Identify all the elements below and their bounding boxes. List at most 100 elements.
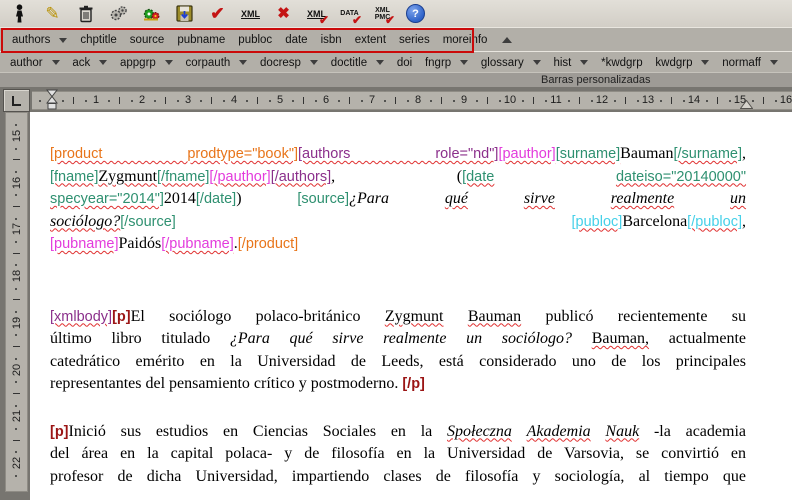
tab-selector-button[interactable] xyxy=(3,89,30,112)
xml-icon[interactable]: XML xyxy=(239,2,262,25)
indent-marker[interactable] xyxy=(46,89,58,115)
xml-tag: [/fname] xyxy=(157,169,209,185)
ruler-number: 16 xyxy=(11,177,23,189)
dropdown-arrow-icon[interactable] xyxy=(533,60,541,65)
tagbar-item-series[interactable]: series xyxy=(399,34,430,46)
tagbar-item-moreinfo[interactable]: moreinfo xyxy=(443,34,488,46)
xml-tag: [pauthor] xyxy=(498,146,555,162)
document-line[interactable]: del área en la capital polaca- y de filo… xyxy=(50,443,746,466)
tagbar-item-doctitle[interactable]: doctitle xyxy=(331,57,384,69)
tagbar-item-hist[interactable]: hist xyxy=(553,57,588,69)
tagbar-item-doi[interactable]: doi xyxy=(397,57,412,69)
ruler-number: 3 xyxy=(185,94,191,106)
left-tab-icon xyxy=(12,96,21,106)
tagbar-item-label: kwdgrp xyxy=(655,57,692,69)
validate-check-icon[interactable]: ✔ xyxy=(206,2,229,25)
ruler-tick xyxy=(545,100,547,102)
dropdown-arrow-icon[interactable] xyxy=(310,60,318,65)
dropdown-arrow-icon[interactable] xyxy=(770,60,778,65)
tagbar-item-appgrp[interactable]: appgrp xyxy=(120,57,173,69)
xml-pmc-validate-icon[interactable]: XML PMC ✔ xyxy=(371,2,394,25)
tagbar-item-label: corpauth xyxy=(186,57,231,69)
ruler-tick xyxy=(625,97,626,104)
document-line[interactable]: sociólogo?[/source] [publoc]Barcelona[/p… xyxy=(50,211,746,234)
macros-colored-gears-icon[interactable] xyxy=(140,2,163,25)
tagbar-item-normaff[interactable]: normaff xyxy=(722,57,778,69)
document-page[interactable]: [product prodtype="book"][authors role="… xyxy=(30,112,792,500)
text-segment: último libro titulado xyxy=(50,330,230,347)
ruler-tick xyxy=(13,206,20,207)
save-icon[interactable] xyxy=(173,2,196,25)
tagbar-item-publoc[interactable]: publoc xyxy=(238,34,272,46)
delete-x-icon[interactable]: ✖ xyxy=(272,2,295,25)
tagbar-item-label: fngrp xyxy=(425,57,451,69)
document-line[interactable]: profesor de dicha Universidad, impartien… xyxy=(50,466,746,489)
tagbar-item-corpauth[interactable]: corpauth xyxy=(186,57,248,69)
ruler-number: 5 xyxy=(277,94,283,106)
text-segment: sirve xyxy=(524,190,555,207)
dropdown-arrow-icon[interactable] xyxy=(239,60,247,65)
data-validate-icon[interactable]: DATA ✔ xyxy=(338,2,361,25)
tagbar-item-pubname[interactable]: pubname xyxy=(177,34,225,46)
dropdown-arrow-icon[interactable] xyxy=(460,60,468,65)
ruler-number: 17 xyxy=(11,223,23,235)
xml-paragraph-block[interactable]: [p]Inició sus estudios en Ciencias Socia… xyxy=(50,421,746,489)
edit-pencil-icon[interactable]: ✎ xyxy=(41,2,64,25)
dropdown-arrow-icon[interactable] xyxy=(376,60,384,65)
document-line[interactable]: specyear="2014"]2014[/date]) [source]¿Pa… xyxy=(50,188,746,211)
vertical-ruler[interactable]: 1516171819202122 xyxy=(5,112,28,492)
ruler-tick xyxy=(13,393,20,394)
tagbar-item-kwdgrp[interactable]: *kwdgrp xyxy=(601,57,643,69)
tagbar-item-isbn[interactable]: isbn xyxy=(321,34,342,46)
ruler-tick xyxy=(579,97,580,104)
ruler-tick xyxy=(729,100,731,102)
settings-gears-icon[interactable] xyxy=(107,2,130,25)
collapse-arrow-icon[interactable] xyxy=(502,37,512,43)
tagbar-item-date[interactable]: date xyxy=(285,34,307,46)
xml-paragraph-block[interactable]: [product prodtype="book"][authors role="… xyxy=(50,143,746,256)
dropdown-arrow-icon[interactable] xyxy=(165,60,173,65)
text-segment xyxy=(468,190,524,207)
tagbar-item-fngrp[interactable]: fngrp xyxy=(425,57,468,69)
tagbar-item-author[interactable]: author xyxy=(10,57,60,69)
text-segment: Nauk xyxy=(605,423,639,440)
dropdown-arrow-icon[interactable] xyxy=(99,60,107,65)
tagbar-item-ack[interactable]: ack xyxy=(72,57,107,69)
xml-tag: [/source] xyxy=(120,214,176,230)
custom-tagbar: authors chptitle source pubname publoc date is… xyxy=(0,27,792,53)
dropdown-arrow-icon[interactable] xyxy=(52,60,60,65)
document-line[interactable]: [fname]Zygmunt[/fname][/pauthor][/author… xyxy=(50,166,746,189)
author-person-icon[interactable] xyxy=(8,2,31,25)
document-line[interactable]: [xmlbody][p]El sociólogo polaco-británic… xyxy=(50,306,746,329)
ruler-tick xyxy=(361,100,363,102)
tagbar-item-source[interactable]: source xyxy=(130,34,165,46)
xml-tag: [/p] xyxy=(402,376,425,392)
dropdown-arrow-icon[interactable] xyxy=(701,60,709,65)
ruler-tick xyxy=(200,100,202,102)
text-segment: -la academia xyxy=(639,423,746,440)
document-line[interactable]: [pubname]Paidós[/pubname].[/product] xyxy=(50,233,746,256)
document-content[interactable]: [product prodtype="book"][authors role="… xyxy=(50,143,746,488)
ruler-tick xyxy=(13,299,20,300)
tagbar-item-docresp[interactable]: docresp xyxy=(260,57,318,69)
tagbar-item-authors[interactable]: authors xyxy=(12,34,67,46)
tagbar-item-glossary[interactable]: glossary xyxy=(481,57,541,69)
document-line[interactable]: último libro titulado ¿Para qué sirve re… xyxy=(50,328,746,351)
document-line[interactable]: [p]Inició sus estudios en Ciencias Socia… xyxy=(50,421,746,444)
ruler-tick xyxy=(119,97,120,104)
tagbar-item-chptitle[interactable]: chptitle xyxy=(80,34,116,46)
horizontal-ruler[interactable]: 12345678910111213141516 xyxy=(32,91,792,110)
help-icon[interactable]: ? xyxy=(404,2,427,25)
document-line[interactable]: representantes del pensamiento crítico y… xyxy=(50,373,746,396)
xml-paragraph-block[interactable]: [xmlbody][p]El sociólogo polaco-británic… xyxy=(50,306,746,396)
text-segment: , xyxy=(742,213,746,230)
delete-trash-icon[interactable] xyxy=(74,2,97,25)
xml-tag: [publoc] xyxy=(572,214,623,230)
document-line[interactable]: catedrático emérito en la Universidad de… xyxy=(50,351,746,374)
xml-validate-icon[interactable]: XML ✔ xyxy=(305,2,328,25)
tagbar-item-extent[interactable]: extent xyxy=(355,34,386,46)
document-line[interactable]: [product prodtype="book"][authors role="… xyxy=(50,143,746,166)
dropdown-arrow-icon[interactable] xyxy=(59,38,67,43)
tagbar-item-kwdgrp[interactable]: kwdgrp xyxy=(655,57,709,69)
dropdown-arrow-icon[interactable] xyxy=(580,60,588,65)
